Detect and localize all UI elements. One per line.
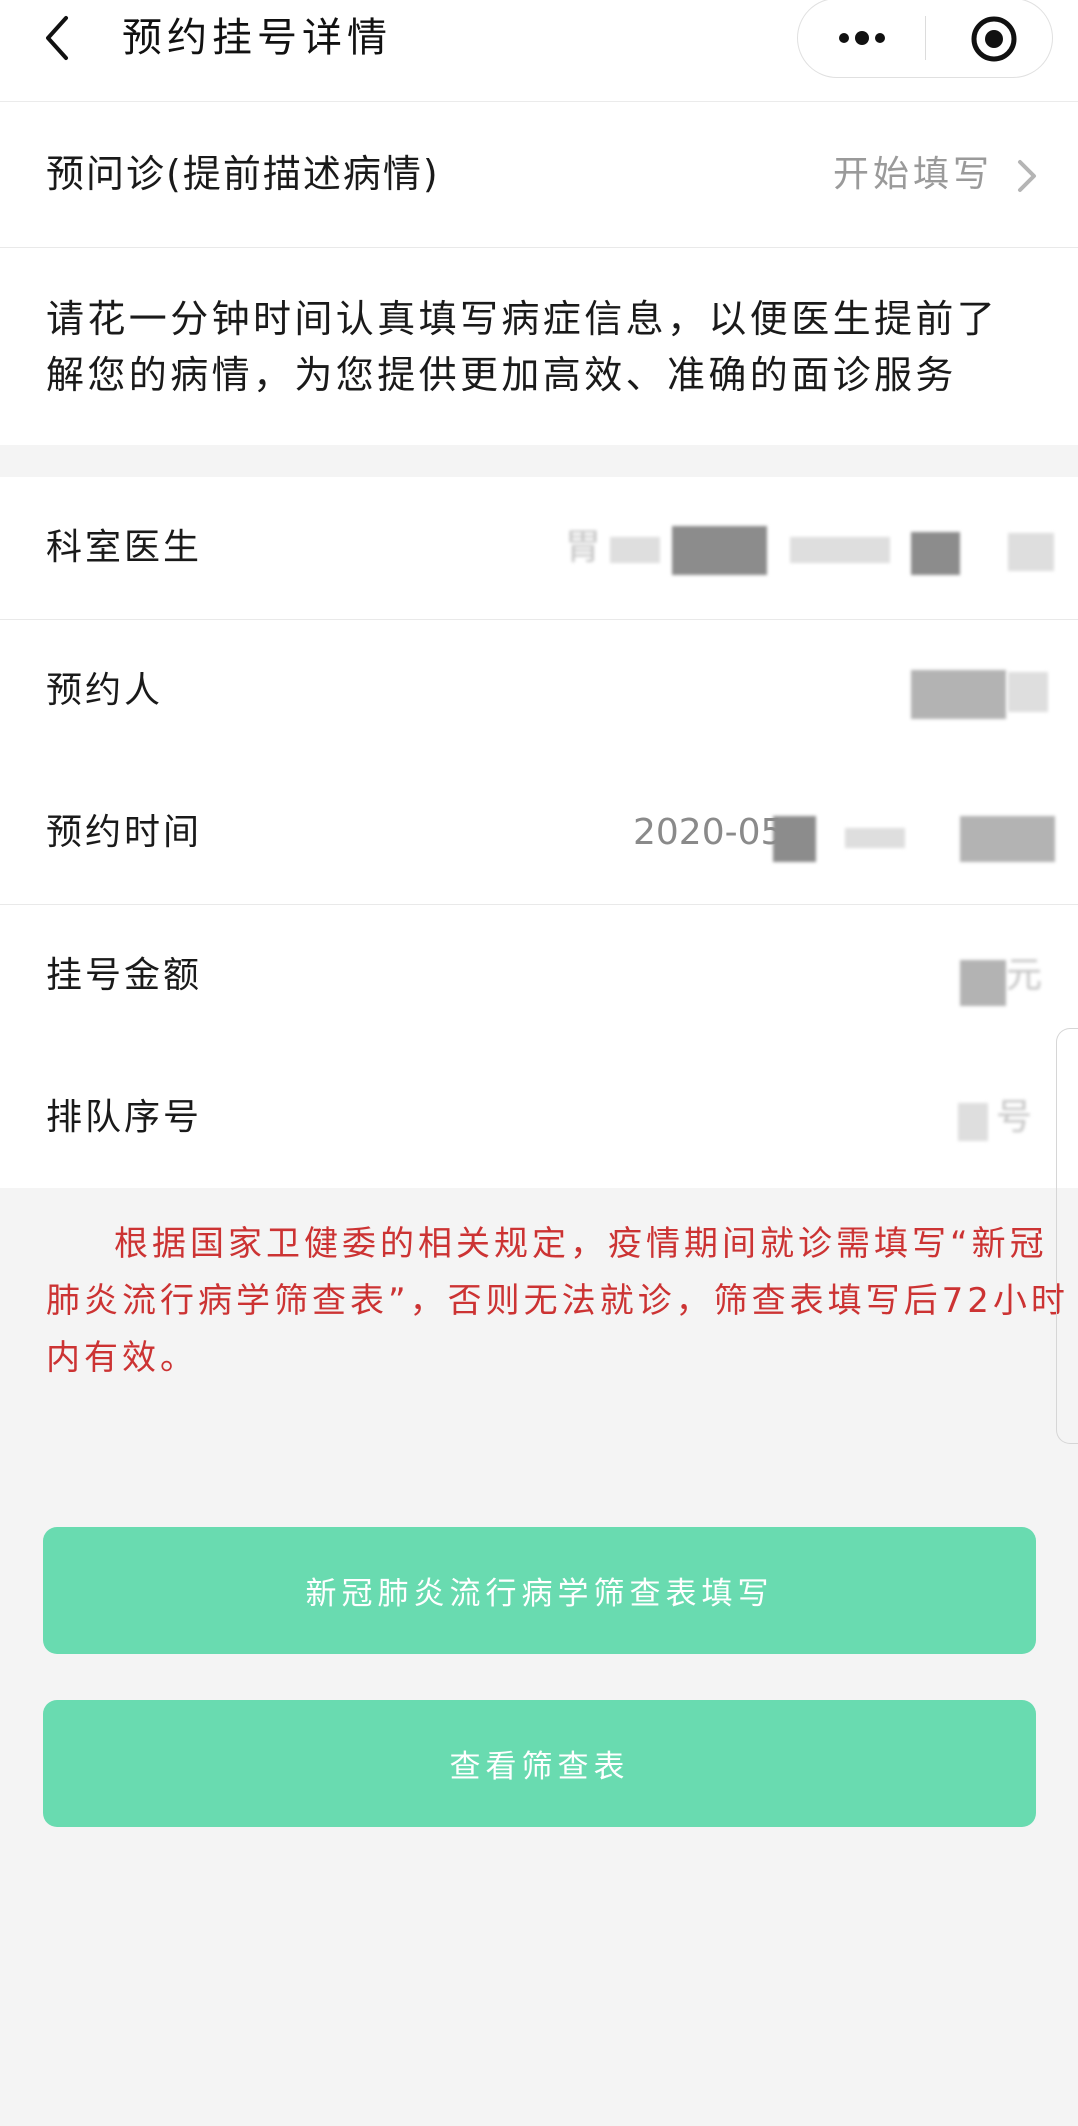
notice-line: 根据国家卫健委的相关规定，疫情期间就诊需填写“新冠 — [114, 1224, 1048, 1264]
capsule-divider — [925, 16, 926, 60]
detail-value: 2020-05 — [633, 812, 784, 853]
appointment-detail-page: 预约挂号详情 预问诊(提前描述病情) 开始填写 请花一分钟时间认真填写病症信息，… — [0, 0, 1078, 2126]
detail-value: 元 — [1006, 955, 1043, 996]
redaction-block — [1008, 533, 1054, 571]
side-floating-tab[interactable] — [1056, 1028, 1078, 1444]
close-button[interactable] — [968, 13, 1020, 65]
detail-label: 预约时间 — [46, 812, 203, 853]
detail-label: 科室医生 — [46, 527, 203, 568]
pre-consult-label: 预问诊(提前描述病情) — [46, 152, 440, 196]
redaction-block — [1008, 672, 1048, 712]
detail-label: 挂号金额 — [46, 955, 203, 996]
detail-row-patient: 预约人 — [0, 620, 1078, 763]
detail-label: 排队序号 — [46, 1097, 203, 1138]
view-screening-form-button[interactable]: 查看筛查表 — [43, 1700, 1036, 1827]
chevron-right-icon — [1018, 160, 1036, 192]
detail-label: 预约人 — [46, 670, 164, 711]
redaction-block — [790, 537, 890, 563]
mini-program-capsule — [797, 0, 1053, 78]
chevron-left-icon — [46, 16, 68, 60]
page-title: 预约挂号详情 — [122, 15, 392, 61]
redaction-block — [960, 960, 1006, 1006]
target-circle-icon — [971, 16, 1017, 62]
description-line: 请花一分钟时间认真填写病症信息，以便医生提前了 — [46, 297, 999, 341]
redaction-block — [773, 816, 816, 862]
redaction-block — [911, 670, 1006, 719]
redaction-block — [610, 537, 660, 563]
notice-line: 内有效。 — [46, 1338, 198, 1378]
pre-consult-row[interactable]: 预问诊(提前描述病情) 开始填写 — [0, 102, 1078, 248]
pre-consult-description: 请花一分钟时间认真填写病症信息，以便医生提前了 解您的病情，为您提供更加高效、准… — [0, 248, 1078, 445]
redaction-block — [958, 1103, 988, 1141]
detail-row-appointment-time: 预约时间 2020-05 — [0, 762, 1078, 905]
notice-line: 肺炎流行病学筛查表”，否则无法就诊，筛查表填写后72小时 — [46, 1281, 1069, 1321]
redaction-block — [672, 526, 767, 575]
more-button[interactable] — [832, 21, 892, 55]
start-fill-link[interactable]: 开始填写 — [833, 150, 993, 200]
redaction-block — [960, 816, 1055, 862]
detail-value: 号 — [996, 1097, 1033, 1138]
redaction-block — [845, 828, 905, 848]
nav-bar: 预约挂号详情 — [0, 0, 1078, 102]
detail-value: 胃 — [565, 527, 602, 568]
description-line: 解您的病情，为您提供更加高效、准确的面诊服务 — [46, 353, 957, 397]
redaction-block — [911, 532, 960, 575]
more-dots-icon — [839, 31, 885, 45]
back-button[interactable] — [36, 10, 80, 66]
fill-screening-form-button[interactable]: 新冠肺炎流行病学筛查表填写 — [43, 1527, 1036, 1654]
detail-row-fee: 挂号金额 元 — [0, 905, 1078, 1048]
detail-row-queue-number: 排队序号 号 — [0, 1047, 1078, 1188]
detail-row-department-doctor: 科室医生 胃 — [0, 477, 1078, 620]
